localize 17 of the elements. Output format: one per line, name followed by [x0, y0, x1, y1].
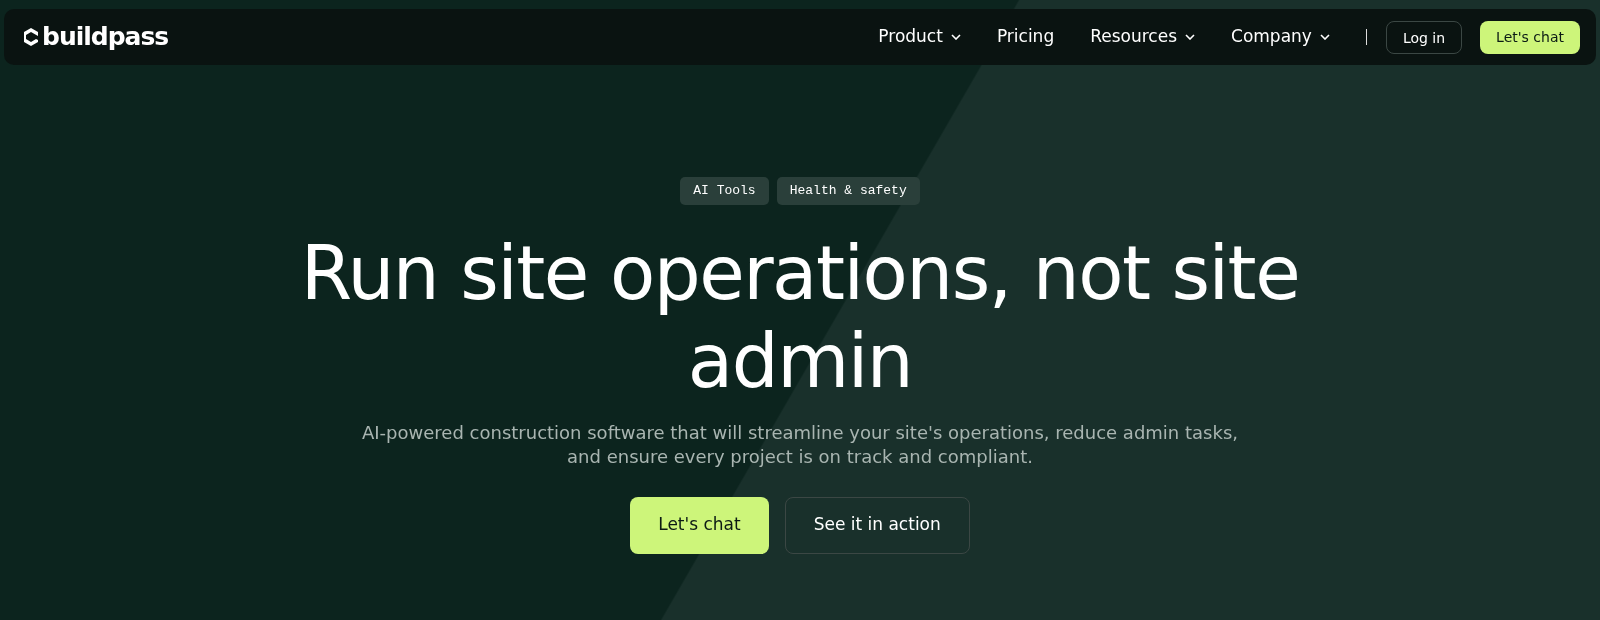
logo-icon: [24, 28, 38, 46]
chat-button[interactable]: Let's chat: [1480, 20, 1580, 54]
logo-text[interactable]: buildpass: [42, 18, 169, 56]
chat-button[interactable]: Let's chat: [630, 496, 769, 554]
chevron-down-icon: [1185, 34, 1195, 40]
nav-link[interactable]: Company: [1231, 24, 1330, 50]
demo-button[interactable]: See it in action: [784, 496, 970, 554]
chevron-down-icon: [950, 34, 961, 40]
nav-link[interactable]: Pricing: [996, 24, 1055, 50]
chevron-down-icon: [1319, 34, 1330, 40]
login-button[interactable]: Log in: [1385, 20, 1463, 54]
nav-link[interactable]: Resources: [1090, 24, 1195, 50]
tag: AI Tools: [680, 177, 769, 205]
tag: Health & safety: [776, 177, 920, 205]
hero-heading: Run site operations, not site admin: [299, 228, 1301, 405]
nav-link[interactable]: Product: [878, 24, 961, 50]
hero-description: AI-powered construction software that will streamline your site's operations, reduce admin tasks, and ensure every project is on track and compliant.: [361, 420, 1239, 469]
